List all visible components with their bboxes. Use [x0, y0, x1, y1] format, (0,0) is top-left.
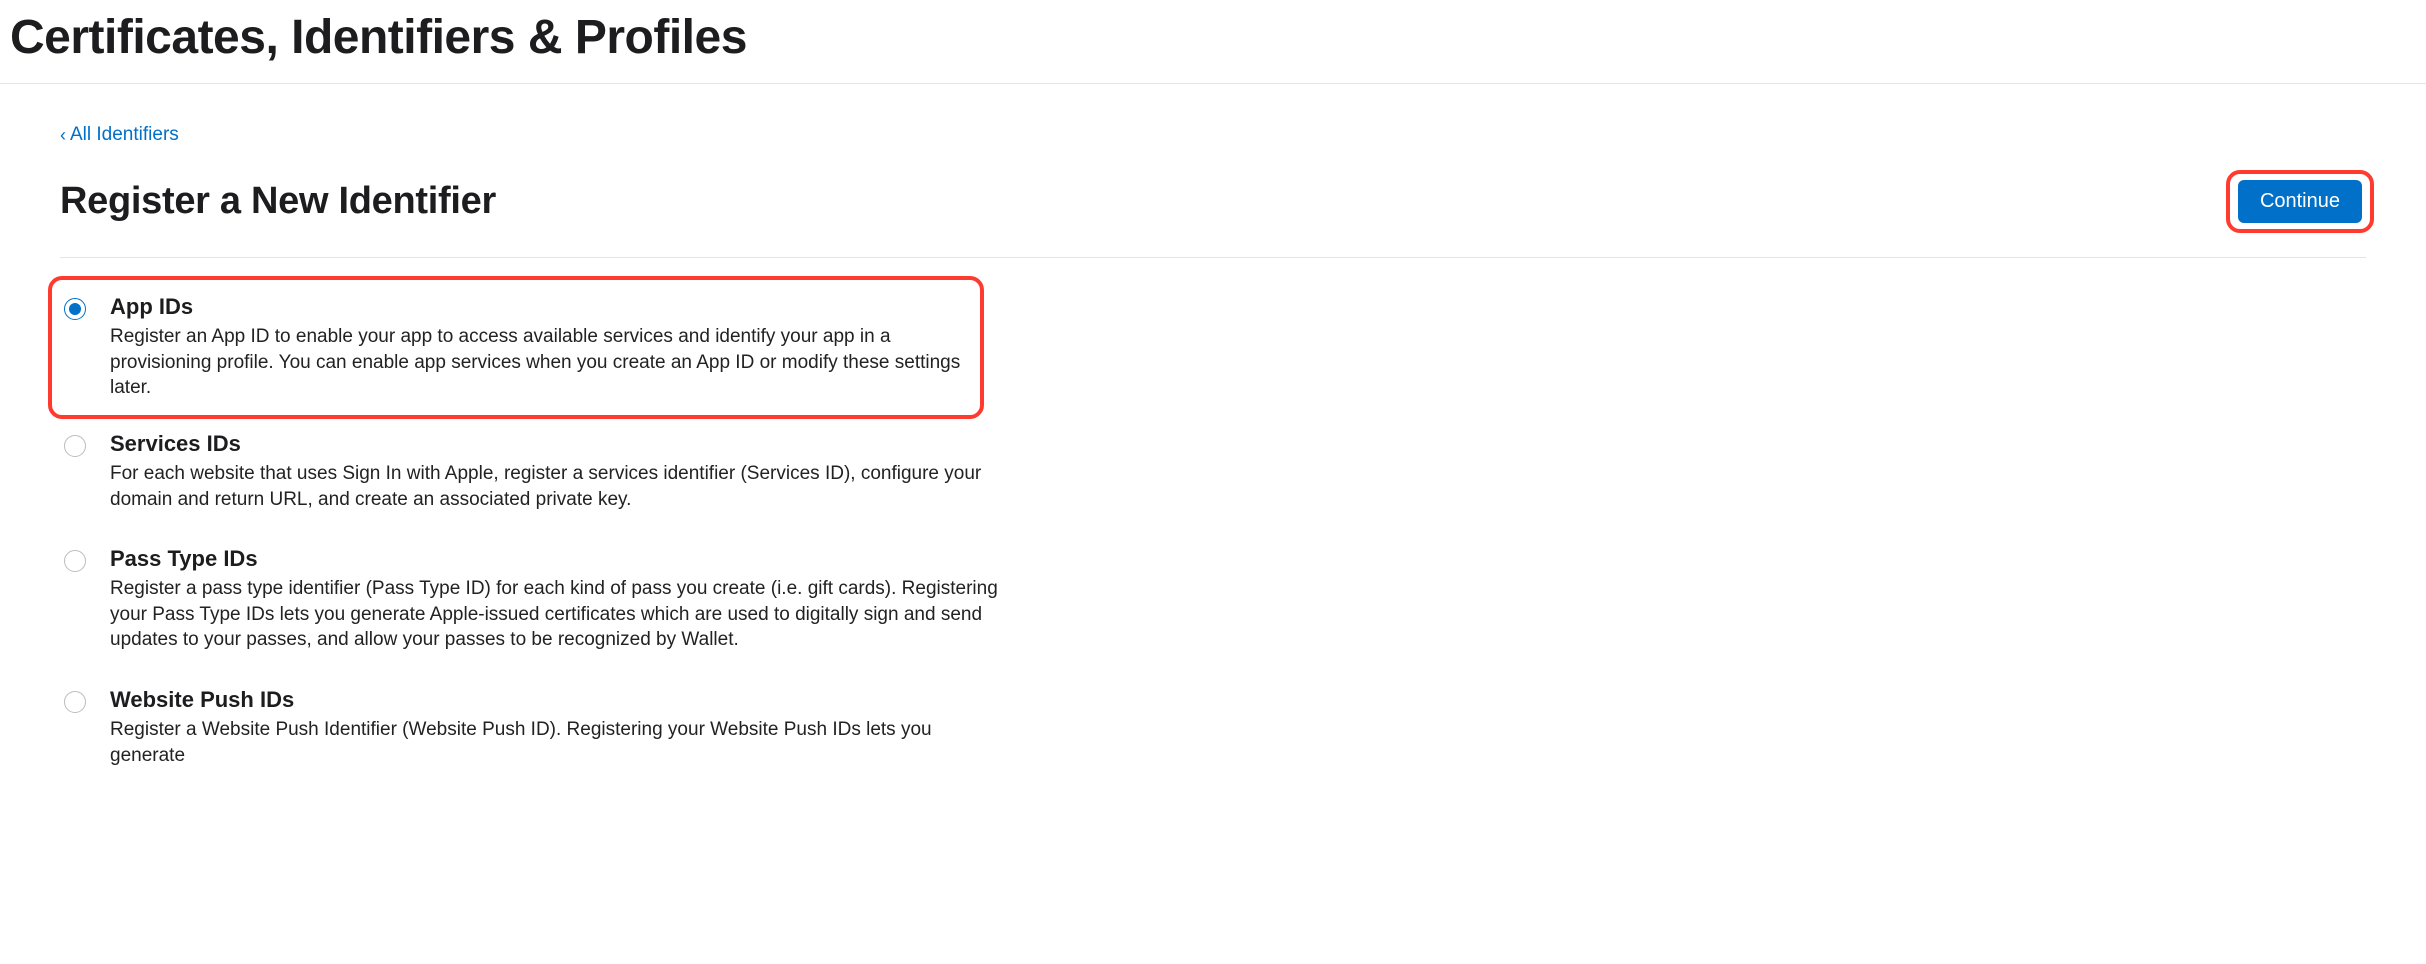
option-pass-type-ids[interactable]: Pass Type IDs Register a pass type ident…	[60, 534, 1000, 675]
continue-button[interactable]: Continue	[2238, 180, 2362, 223]
radio-app-ids[interactable]	[64, 298, 86, 320]
radio-pass-type-ids[interactable]	[64, 550, 86, 572]
option-description: For each website that uses Sign In with …	[110, 461, 1000, 512]
option-description: Register a Website Push Identifier (Webs…	[110, 717, 1000, 768]
annotation-continue-highlight: Continue	[2226, 170, 2374, 233]
option-website-push-ids[interactable]: Website Push IDs Register a Website Push…	[60, 675, 1000, 790]
identifier-options-list: App IDs Register an App ID to enable you…	[60, 276, 2366, 790]
option-title: Website Push IDs	[110, 687, 1000, 713]
option-description: Register a pass type identifier (Pass Ty…	[110, 576, 1000, 653]
back-link-label: All Identifiers	[70, 124, 179, 146]
option-description: Register an App ID to enable your app to…	[110, 324, 970, 401]
back-link-all-identifiers[interactable]: ‹ All Identifiers	[60, 124, 179, 146]
chevron-left-icon: ‹	[60, 126, 66, 144]
option-title: Pass Type IDs	[110, 546, 1000, 572]
option-text: App IDs Register an App ID to enable you…	[110, 294, 970, 401]
option-title: Services IDs	[110, 431, 1000, 457]
radio-website-push-ids[interactable]	[64, 691, 86, 713]
option-app-ids[interactable]: App IDs Register an App ID to enable you…	[56, 288, 970, 407]
option-text: Pass Type IDs Register a pass type ident…	[110, 546, 1000, 653]
annotation-app-ids-highlight: App IDs Register an App ID to enable you…	[48, 276, 984, 419]
page-title: Certificates, Identifiers & Profiles	[0, 0, 2426, 84]
main-content: ‹ All Identifiers Register a New Identif…	[0, 84, 2426, 790]
option-text: Website Push IDs Register a Website Push…	[110, 687, 1000, 768]
option-services-ids[interactable]: Services IDs For each website that uses …	[60, 419, 1000, 534]
option-title: App IDs	[110, 294, 970, 320]
subheader-row: Register a New Identifier Continue	[60, 170, 2366, 258]
radio-services-ids[interactable]	[64, 435, 86, 457]
option-text: Services IDs For each website that uses …	[110, 431, 1000, 512]
page-subtitle: Register a New Identifier	[60, 180, 496, 223]
